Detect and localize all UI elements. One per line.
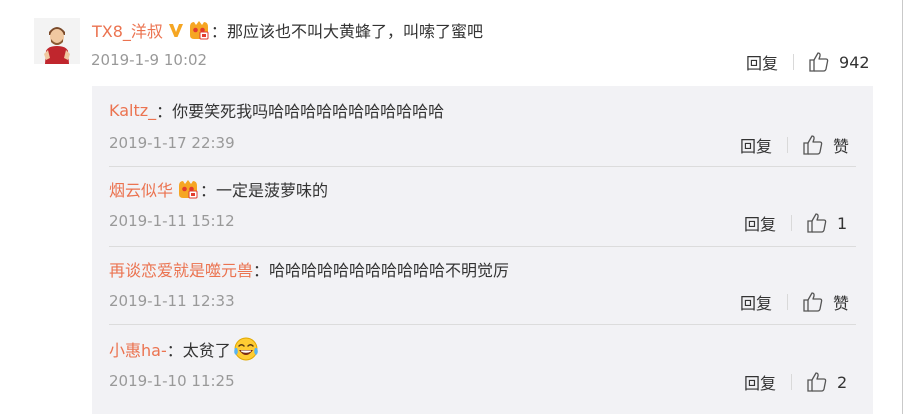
- reply-username[interactable]: 小惠ha-: [109, 337, 167, 361]
- reply-actions: 回复 1: [744, 211, 847, 235]
- main-comment-time: 2019-1-9 10:02: [91, 51, 208, 69]
- laughing-tears-emoji-icon: [232, 336, 260, 362]
- colon: ：: [210, 22, 227, 41]
- reply-button[interactable]: 回复: [744, 211, 776, 235]
- comment-thread: TX8_洋叔 ： 那应该也不叫大黄蜂了，叫嗦了蜜吧 2019-1-9 10:02…: [0, 0, 903, 414]
- reply-button[interactable]: 回复: [746, 50, 778, 74]
- reply-text: 哈哈哈哈哈哈哈哈哈哈哈不明觉厉: [269, 261, 510, 280]
- action-divider: [791, 374, 793, 390]
- colon: ：: [166, 341, 183, 360]
- reply-line: 小惠ha- ： 太贫了: [109, 336, 260, 362]
- reply-username[interactable]: Kaltz_: [109, 101, 156, 120]
- reply-time: 2019-1-17 22:39: [109, 134, 235, 152]
- reply-time: 2019-1-10 11:25: [109, 372, 235, 390]
- main-comment-line: TX8_洋叔 ： 那应该也不叫大黄蜂了，叫嗦了蜜吧: [92, 17, 483, 43]
- like-label[interactable]: 赞: [833, 290, 849, 314]
- like-count: 942: [839, 52, 870, 72]
- reply-divider: [109, 166, 856, 167]
- reply-text: 太贫了: [182, 341, 231, 360]
- main-comment-text: 那应该也不叫大黄蜂了，叫嗦了蜜吧: [226, 22, 483, 41]
- like-label[interactable]: 赞: [833, 133, 849, 157]
- reply-button[interactable]: 回复: [744, 370, 776, 394]
- reply-line: 烟云似华 ： 一定是菠萝味的: [109, 176, 328, 202]
- reply-button[interactable]: 回复: [740, 133, 772, 157]
- member-badge-icon[interactable]: [187, 19, 211, 41]
- reply-username[interactable]: 烟云似华: [109, 177, 173, 201]
- avatar-image: [34, 18, 80, 64]
- like-count: 2: [837, 372, 848, 392]
- thumbs-up-icon[interactable]: [806, 371, 828, 393]
- main-comment-actions: 回复 942: [746, 50, 870, 74]
- like-count: 1: [837, 213, 848, 233]
- reply-divider: [109, 246, 856, 247]
- colon: ：: [253, 261, 270, 280]
- reply-line: 再谈恋爱就是噬元兽 ： 哈哈哈哈哈哈哈哈哈哈哈不明觉厉: [109, 256, 509, 282]
- reply-divider: [109, 324, 856, 325]
- reply-text: 一定是菠萝味的: [216, 181, 329, 200]
- action-divider: [793, 54, 795, 70]
- reply-time: 2019-1-11 12:33: [109, 292, 235, 310]
- reply-time: 2019-1-11 15:12: [109, 212, 235, 230]
- reply-panel: Kaltz_ ： 你要笑死我吗哈哈哈哈哈哈哈哈哈哈哈 2019-1-17 22:…: [92, 86, 873, 414]
- reply-actions: 回复 2: [744, 370, 847, 394]
- reply-actions: 回复 赞: [740, 133, 849, 157]
- reply-text: 你要笑死我吗哈哈哈哈哈哈哈哈哈哈哈: [172, 102, 445, 121]
- thumbs-up-icon[interactable]: [806, 212, 828, 234]
- action-divider: [787, 137, 789, 153]
- main-comment-username[interactable]: TX8_洋叔: [92, 18, 163, 42]
- thumbs-up-icon[interactable]: [808, 51, 830, 73]
- reply-button[interactable]: 回复: [740, 290, 772, 314]
- thumbs-up-icon[interactable]: [802, 134, 824, 156]
- avatar[interactable]: [34, 18, 80, 64]
- reply-line: Kaltz_ ： 你要笑死我吗哈哈哈哈哈哈哈哈哈哈哈: [109, 97, 444, 123]
- colon: ：: [156, 102, 173, 121]
- action-divider: [787, 294, 789, 310]
- thumbs-up-icon[interactable]: [802, 291, 824, 313]
- member-badge-icon[interactable]: [176, 178, 200, 200]
- colon: ：: [200, 181, 217, 200]
- verified-v-icon[interactable]: [167, 21, 185, 39]
- reply-username[interactable]: 再谈恋爱就是噬元兽: [109, 257, 253, 281]
- action-divider: [791, 215, 793, 231]
- reply-actions: 回复 赞: [740, 290, 849, 314]
